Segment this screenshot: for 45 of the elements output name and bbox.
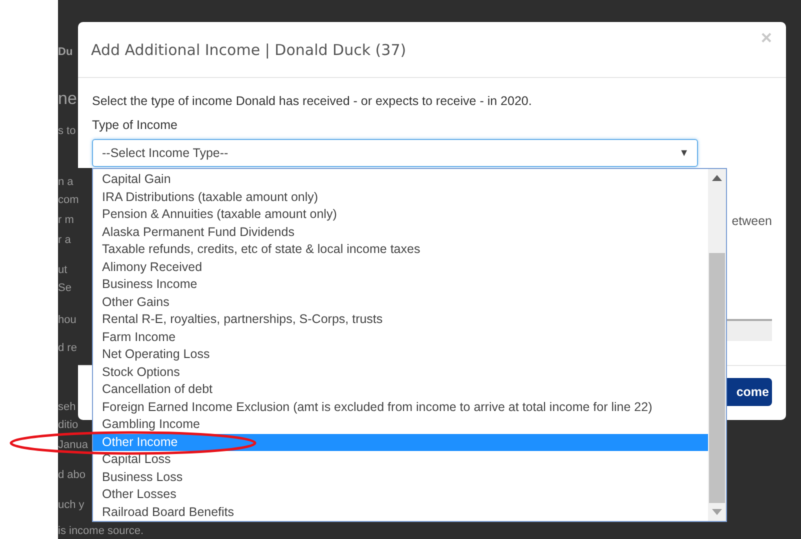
dropdown-option[interactable]: Stock Options: [93, 364, 708, 381]
page-text: ne: [58, 88, 77, 110]
page-text: is income source.: [58, 524, 144, 539]
dropdown-option[interactable]: Other Losses: [93, 486, 708, 504]
dropdown-option[interactable]: Foreign Earned Income Exclusion (amt is excluded from income to arrive at total income for line 22): [93, 398, 708, 416]
dropdown-option[interactable]: Net Operating Loss: [93, 346, 708, 364]
page-text: Janua: [58, 438, 88, 453]
dropdown-option[interactable]: Capital Loss: [93, 451, 708, 468]
dropdown-option[interactable]: Taxable refunds, credits, etc of state & local income taxes: [93, 241, 708, 258]
scroll-down-icon[interactable]: [712, 509, 722, 515]
dropdown-option[interactable]: Gambling Income: [93, 416, 708, 434]
body-text: etween: [732, 214, 772, 228]
dropdown-option[interactable]: Rental R-E, royalties, partnerships, S-Corps, trusts: [93, 311, 708, 328]
page-text: uch y: [58, 498, 84, 513]
page-text: ut: [58, 263, 68, 278]
income-type-select[interactable]: --Select Income Type-- ▼: [92, 139, 698, 167]
scrollbar[interactable]: [708, 169, 726, 521]
page-text: hou: [58, 313, 76, 328]
dropdown-option[interactable]: Alimony Received: [93, 258, 708, 276]
instruction-text: Select the type of income Donald has received - or expects to receive - in 2020.: [92, 93, 533, 109]
dropdown-option[interactable]: Business Income: [93, 276, 708, 294]
dropdown-option[interactable]: Alaska Permanent Fund Dividends: [93, 224, 708, 241]
scrollbar-thumb[interactable]: [709, 253, 725, 503]
dropdown-option[interactable]: Railroad Board Benefits: [93, 504, 708, 521]
field-label: Type of Income: [92, 117, 178, 133]
page-text: Du: [58, 45, 73, 60]
page-text: d re: [58, 341, 77, 356]
dropdown-option[interactable]: IRA Distributions (taxable amount only): [93, 188, 708, 206]
page-text: seh: [58, 400, 76, 415]
page-text: n a: [58, 175, 74, 190]
dropdown-option[interactable]: Farm Income: [93, 328, 708, 346]
dropdown-option[interactable]: Other Gains: [93, 294, 708, 311]
dropdown-option[interactable]: Capital Gain: [93, 171, 708, 188]
scroll-up-icon[interactable]: [712, 175, 722, 181]
page-text: com: [58, 193, 79, 208]
page-text: ditio: [58, 418, 78, 433]
dropdown-option[interactable]: Pension & Annuities (taxable amount only): [93, 206, 708, 224]
page-text: r a: [58, 233, 71, 248]
dropdown-option[interactable]: Business Loss: [93, 468, 708, 486]
modal-title: Add Additional Income | Donald Duck (37): [91, 40, 406, 58]
page-text: r m: [58, 213, 74, 228]
dropdown-option[interactable]: Cancellation of debt: [93, 381, 708, 398]
page-text: s to: [58, 124, 76, 139]
page-text: Se: [58, 281, 72, 296]
page-text: d abo: [58, 468, 86, 483]
